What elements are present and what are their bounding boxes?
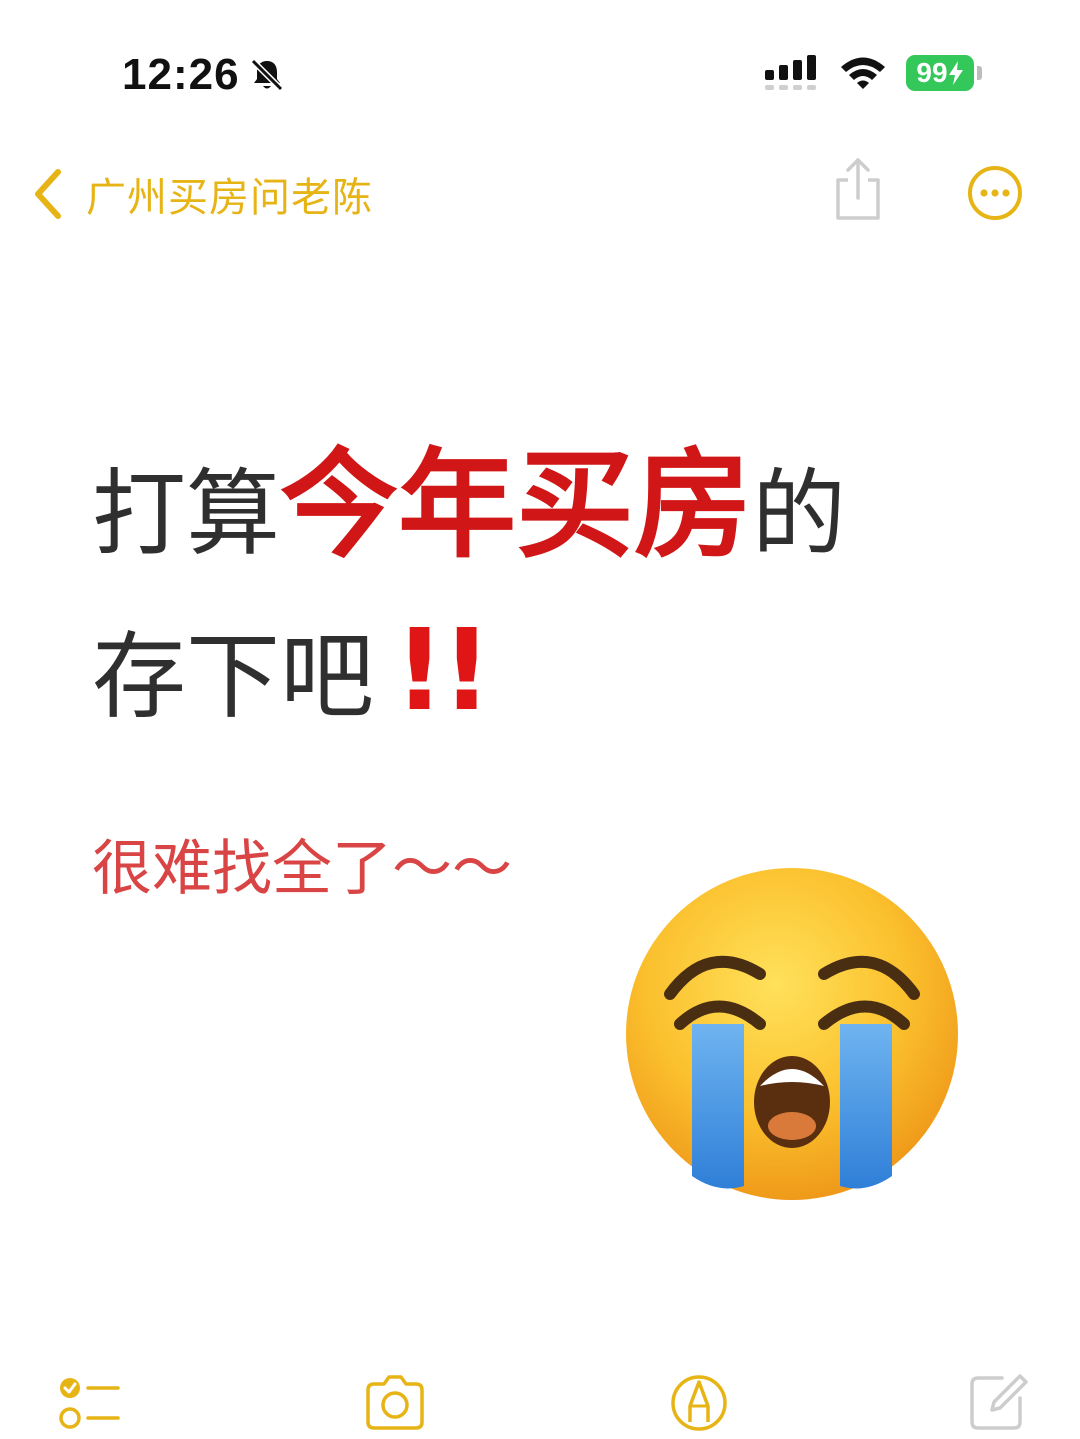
compose-icon[interactable] [966, 1370, 1032, 1432]
more-icon[interactable] [966, 164, 1024, 222]
loudly-crying-face-emoji [626, 868, 958, 1200]
headline-line-1: 打算今年买房的 [92, 430, 992, 580]
back-button[interactable]: 广州买房问老陈 [30, 162, 373, 226]
line1-prefix: 打算 [92, 460, 281, 569]
nav-bar: 广州买房问老陈 [0, 150, 1080, 240]
back-label: 广州买房问老陈 [86, 175, 373, 221]
markup-pen-icon[interactable] [666, 1370, 732, 1432]
checklist-icon[interactable] [58, 1370, 124, 1432]
line1-suffix: 的 [752, 460, 847, 569]
headline-line-2: 存下吧!! [92, 606, 992, 736]
bolt-icon [948, 61, 963, 85]
status-bar: 12:26 99 [0, 0, 1080, 140]
battery-level: 99 [916, 57, 948, 88]
wifi-icon [841, 57, 885, 89]
line2-text: 存下吧 [92, 623, 375, 732]
cellular-signal-icon [765, 55, 816, 90]
camera-icon[interactable] [362, 1370, 428, 1432]
chevron-left-icon [35, 169, 61, 219]
share-icon[interactable] [830, 154, 886, 224]
note-headline: 打算今年买房的 存下吧!! [92, 430, 992, 736]
line1-highlight: 今年买房 [280, 436, 753, 574]
bell-slash-icon [250, 58, 284, 92]
status-time: 12:26 [122, 50, 240, 99]
battery-charging-icon: 99 [906, 55, 974, 91]
bottom-toolbar [0, 1360, 1080, 1439]
note-subline: 很难找全了～～ [92, 834, 512, 904]
battery-cap [977, 66, 982, 80]
line2-exclaim: !! [394, 606, 492, 736]
